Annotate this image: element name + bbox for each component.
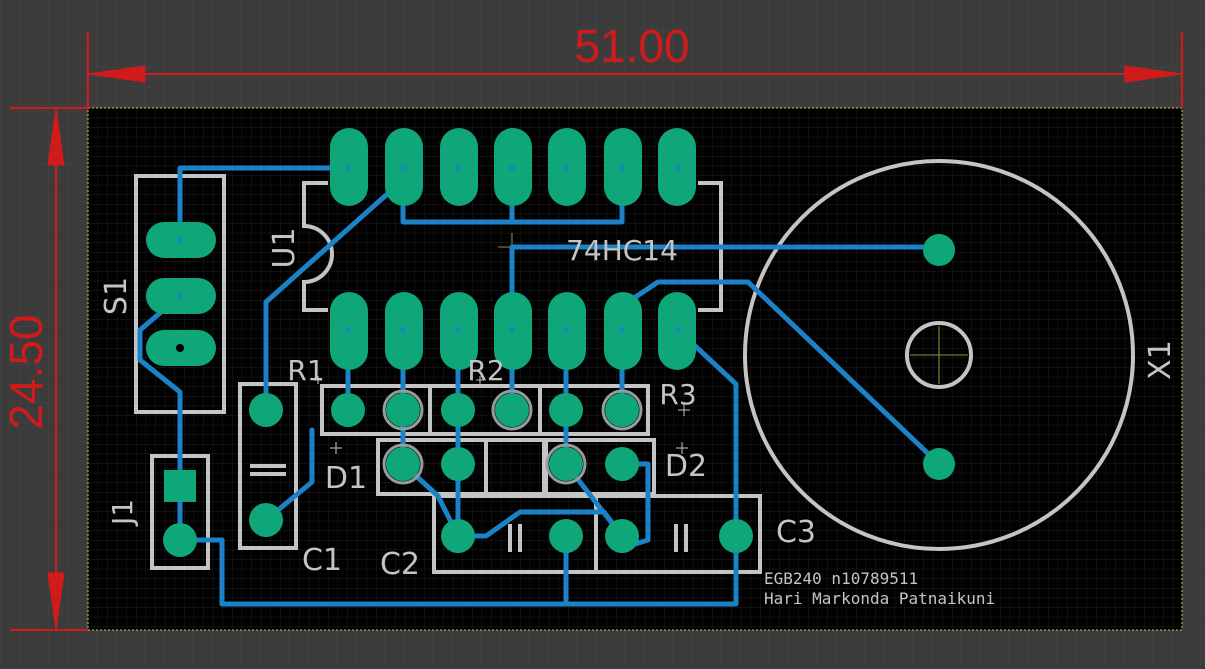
r1-pad-2 bbox=[386, 393, 420, 427]
r3-pad-1 bbox=[549, 393, 583, 427]
d2-pad-1 bbox=[549, 447, 583, 481]
board-text-line1: EGB240 n10789511 bbox=[764, 569, 918, 588]
c2-pad-1 bbox=[441, 519, 475, 553]
u1-designator: U1 bbox=[267, 227, 302, 268]
r2-pad-2 bbox=[495, 393, 529, 427]
c1-pad-1 bbox=[249, 393, 283, 427]
c1-pad-2 bbox=[249, 503, 283, 537]
pcb-canvas: 51.00 24.50 U1 74HC14 S1 J1 R1 R2 R3 D1 … bbox=[0, 0, 1205, 669]
s1-designator: S1 bbox=[99, 277, 134, 315]
j1-pad-2 bbox=[163, 523, 197, 557]
r3-pad-2 bbox=[605, 393, 639, 427]
r2-designator: R2 bbox=[467, 354, 504, 387]
d1-designator: D1 bbox=[325, 461, 367, 496]
u1-value: 74HC14 bbox=[566, 234, 678, 267]
j1-pad-1 bbox=[164, 470, 196, 502]
c2-pad-2 bbox=[549, 519, 583, 553]
c3-designator: C3 bbox=[776, 515, 816, 550]
x1-pad-1 bbox=[923, 234, 955, 266]
height-dimension-label: 24.50 bbox=[0, 314, 52, 429]
width-dimension-label: 51.00 bbox=[574, 20, 689, 72]
x1-pad-2 bbox=[923, 448, 955, 480]
r1-pad-1 bbox=[331, 393, 365, 427]
board-text-line2: Hari Markonda Patnaikuni bbox=[764, 589, 995, 608]
j1-designator: J1 bbox=[106, 499, 139, 527]
c2-designator: C2 bbox=[380, 547, 420, 582]
r3-designator: R3 bbox=[659, 378, 696, 411]
d1-pad-1 bbox=[386, 447, 420, 481]
x1-designator: X1 bbox=[1143, 340, 1178, 380]
d2-designator: D2 bbox=[665, 449, 707, 484]
c3-pad-2 bbox=[719, 519, 753, 553]
r1-designator: R1 bbox=[287, 354, 324, 387]
r2-pad-1 bbox=[441, 393, 475, 427]
d1-pad-2 bbox=[441, 447, 475, 481]
c1-designator: C1 bbox=[302, 543, 342, 578]
c3-pad-1 bbox=[605, 519, 639, 553]
d2-pad-2 bbox=[605, 447, 639, 481]
